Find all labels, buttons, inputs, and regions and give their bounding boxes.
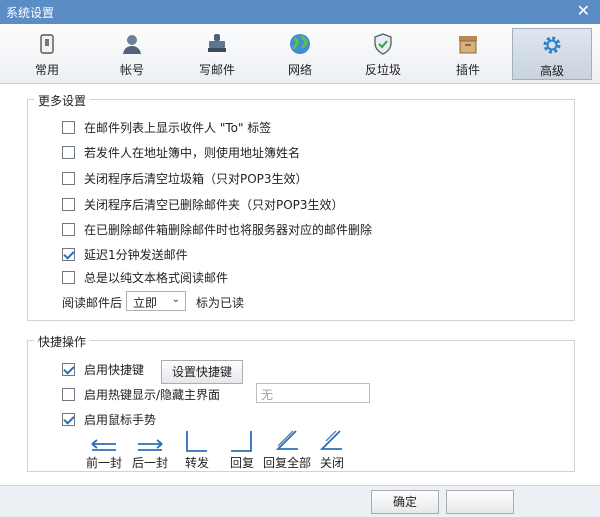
user-icon — [123, 35, 141, 54]
ok-button[interactable]: 确定 — [371, 490, 439, 514]
checkbox[interactable] — [62, 362, 75, 376]
tab-network[interactable]: 网络 — [272, 28, 328, 80]
checkbox[interactable] — [62, 222, 75, 236]
option-hotkey-toggle[interactable]: 启用热键显示/隐藏主界面 — [62, 386, 220, 402]
gesture-diagonal-icon — [275, 430, 298, 450]
more-settings-group: 更多设置 在邮件列表上显示收件人 "To" 标签 若发件人在地址簿中，则使用地址… — [27, 92, 575, 321]
stamp-icon — [208, 34, 226, 52]
close-icon[interactable]: ✕ — [577, 2, 590, 20]
tab-account[interactable]: 帐号 — [104, 28, 160, 80]
hotkey-input[interactable]: 无 — [256, 383, 370, 403]
dialog-footer: 确定 — [0, 485, 600, 517]
set-hotkeys-button[interactable]: 设置快捷键 — [161, 360, 243, 384]
shield-icon — [374, 33, 392, 55]
tab-compose[interactable]: 写邮件 — [188, 28, 246, 80]
tab-general[interactable]: 常用 — [22, 28, 72, 80]
checkbox[interactable] — [62, 412, 75, 426]
globe-icon — [290, 34, 310, 54]
option-use-addressbook-name[interactable]: 若发件人在地址簿中，则使用地址簿姓名 — [62, 144, 300, 160]
shortcuts-legend: 快捷操作 — [34, 333, 91, 350]
window-title: 系统设置 — [6, 6, 55, 20]
read-after-suffix: 标为已读 — [196, 296, 245, 310]
tab-antispam[interactable]: 反垃圾 — [352, 28, 414, 80]
tab-plugins[interactable]: 插件 — [440, 28, 496, 80]
checkbox[interactable] — [62, 171, 75, 185]
gesture-down-left-icon — [231, 431, 252, 452]
checkbox[interactable] — [62, 270, 75, 284]
option-empty-junk[interactable]: 关闭程序后清空垃圾箱（只对POP3生效） — [62, 170, 308, 186]
option-plain-text[interactable]: 总是以纯文本格式阅读邮件 — [62, 269, 228, 285]
option-enable-hotkeys[interactable]: 启用快捷键 — [62, 361, 144, 377]
chevron-down-icon: ⌄ — [171, 294, 180, 305]
checkbox[interactable] — [62, 120, 75, 134]
option-empty-deleted[interactable]: 关闭程序后清空已删除邮件夹（只对POP3生效） — [62, 196, 344, 212]
option-show-to-label[interactable]: 在邮件列表上显示收件人 "To" 标签 — [62, 119, 271, 135]
cancel-button[interactable] — [446, 490, 514, 514]
gear-icon — [543, 36, 561, 54]
more-settings-legend: 更多设置 — [34, 92, 91, 109]
checkbox[interactable] — [62, 197, 75, 211]
title-bar: 系统设置 ✕ — [0, 0, 600, 24]
advanced-panel: 更多设置 在邮件列表上显示收件人 "To" 标签 若发件人在地址簿中，则使用地址… — [0, 85, 600, 485]
option-mouse-gestures[interactable]: 启用鼠标手势 — [62, 411, 156, 427]
option-delete-on-server[interactable]: 在已删除邮件箱删除邮件时也将服务器对应的邮件删除 — [62, 221, 372, 237]
gesture-down-right-icon — [186, 431, 207, 452]
phone-icon — [40, 34, 54, 54]
read-after-select[interactable]: 立即 ⌄ — [126, 291, 186, 311]
gesture-label: 关闭 — [319, 456, 344, 470]
checkbox[interactable] — [62, 145, 75, 159]
settings-tabs: 常用 帐号 写邮件 网络 反垃圾 插件 高级 — [0, 24, 600, 84]
option-delay-send[interactable]: 延迟1分钟发送邮件 — [62, 246, 188, 262]
read-after-prefix: 阅读邮件后 — [62, 296, 123, 310]
tab-advanced[interactable]: 高级 — [512, 28, 592, 80]
box-icon — [459, 36, 477, 54]
gesture-close-icon — [319, 430, 342, 450]
checkbox[interactable] — [62, 387, 75, 401]
shortcuts-group: 快捷操作 启用快捷键 设置快捷键 启用热键显示/隐藏主界面 无 启用鼠标手势 前… — [27, 333, 575, 472]
checkbox[interactable] — [62, 247, 75, 261]
